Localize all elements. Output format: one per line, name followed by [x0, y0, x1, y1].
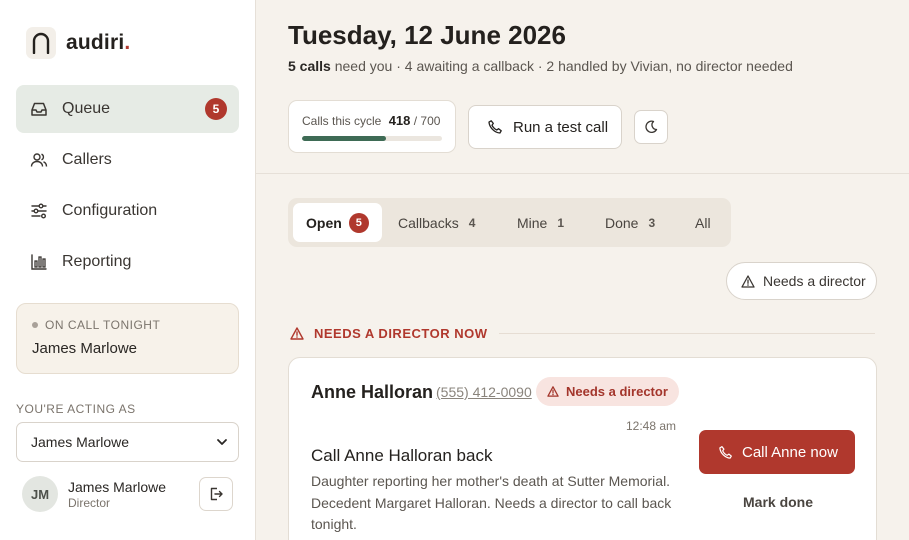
chevron-down-icon — [216, 436, 228, 448]
cycle-label-row: Calls this cycle 418 / 700 — [302, 113, 455, 128]
sign-out-icon — [208, 486, 224, 502]
tab-done[interactable]: Done 3 — [605, 203, 655, 242]
sidebar-item-label: Configuration — [62, 202, 158, 219]
tab-count-badge: 5 — [348, 212, 369, 233]
dark-mode-toggle[interactable] — [634, 110, 668, 144]
current-user: JM James Marlowe Director — [22, 476, 233, 512]
caller-name: Anne Halloran — [311, 382, 434, 402]
calls-cycle-meter: Calls this cycle 418 / 700 — [288, 100, 456, 153]
user-name: James Marlowe — [68, 478, 167, 495]
sidebar-item-label: Callers — [62, 151, 112, 168]
phone-icon — [487, 119, 503, 135]
flag-label: Needs a director — [566, 384, 668, 399]
sidebar-item-queue[interactable]: Queue 5 — [16, 85, 239, 133]
acting-as-label: YOU'RE ACTING AS — [16, 402, 136, 416]
sidebar-item-configuration[interactable]: Configuration — [16, 187, 239, 235]
section-divider — [499, 333, 875, 334]
inbox-icon — [30, 100, 48, 118]
sidebar-item-label: Reporting — [62, 253, 132, 270]
queue-count-badge: 5 — [205, 98, 227, 120]
on-call-title: ON CALL TONIGHT — [32, 318, 238, 332]
page-title: Tuesday, 12 June 2026 — [288, 20, 566, 50]
header-divider — [256, 173, 909, 174]
call-now-label: Call Anne now — [742, 443, 838, 461]
tab-all[interactable]: All — [695, 203, 711, 242]
status-dot-icon — [32, 322, 38, 328]
needs-director-badge: Needs a director — [536, 377, 679, 406]
section-header: NEEDS A DIRECTOR NOW — [290, 326, 875, 341]
mark-done-button[interactable]: Mark done — [743, 494, 813, 510]
users-icon — [30, 151, 48, 169]
tab-label: Mine — [517, 214, 548, 231]
user-info: James Marlowe Director — [68, 479, 166, 510]
call-card: Anne Halloran (555) 412-0090 Needs a dir… — [288, 357, 877, 540]
sidebar-nav: Queue 5 Callers Configuration Reporting — [16, 85, 239, 289]
logo-arch-icon — [26, 27, 56, 59]
sidebar-item-callers[interactable]: Callers — [16, 136, 239, 184]
tab-mine[interactable]: Mine 1 — [517, 203, 564, 242]
run-test-call-button[interactable]: Run a test call — [468, 105, 622, 149]
queue-tabs: Open 5 Callbacks 4 Mine 1 Done 3 All — [288, 198, 731, 247]
brand-name: audiri. — [66, 31, 131, 54]
cycle-used: 418 — [388, 113, 411, 128]
run-test-call-label: Run a test call — [513, 118, 609, 136]
sliders-icon — [30, 202, 48, 220]
warning-icon — [741, 274, 755, 288]
sidebar-item-reporting[interactable]: Reporting — [16, 238, 239, 286]
bar-chart-icon — [30, 253, 48, 271]
moon-icon — [644, 120, 658, 134]
tab-open[interactable]: Open 5 — [293, 203, 382, 242]
user-role: Director — [68, 495, 111, 510]
acting-as-value: James Marlowe — [31, 434, 130, 450]
call-now-button[interactable]: Call Anne now — [699, 430, 855, 474]
on-call-title-text: ON CALL TONIGHT — [45, 318, 161, 332]
subtitle-calls-count: 5 calls — [288, 58, 331, 74]
caller-phone-link[interactable]: (555) 412-0090 — [436, 384, 532, 400]
sign-out-button[interactable] — [199, 477, 233, 511]
sidebar-item-label: Queue — [62, 100, 111, 117]
brand-logo[interactable]: audiri. — [26, 27, 130, 59]
avatar: JM — [22, 476, 58, 512]
tab-label: All — [695, 214, 711, 231]
task-description: Daughter reporting her mother's death at… — [311, 473, 672, 532]
warning-icon — [290, 327, 304, 340]
phone-icon — [718, 445, 733, 460]
on-call-card: ON CALL TONIGHT James Marlowe — [16, 303, 239, 374]
cycle-label: Calls this cycle — [302, 114, 382, 128]
acting-as-select[interactable]: James Marlowe — [16, 422, 239, 462]
on-call-name: James Marlowe — [32, 340, 138, 357]
page-subtitle: 5 calls need you · 4 awaiting a callback… — [288, 58, 793, 74]
tab-label: Open — [306, 214, 342, 231]
tab-count: 4 — [468, 215, 476, 230]
cycle-total: / 700 — [413, 114, 441, 128]
tab-label: Callbacks — [398, 214, 459, 231]
filter-label: Needs a director — [763, 273, 866, 289]
tab-label: Done — [605, 214, 639, 231]
tab-count: 1 — [557, 215, 565, 230]
sidebar: audiri. Queue 5 Callers Configuration Re… — [0, 0, 256, 540]
subtitle-rest: need you · 4 awaiting a callback · 2 han… — [330, 58, 793, 74]
needs-director-filter[interactable]: Needs a director — [726, 262, 877, 300]
task-title: Call Anne Halloran back — [311, 446, 493, 465]
tab-callbacks[interactable]: Callbacks 4 — [398, 203, 475, 242]
cycle-progress-bar — [302, 136, 442, 141]
cycle-progress-fill — [302, 136, 386, 141]
call-time: 12:48 am — [626, 419, 677, 433]
warning-icon — [547, 386, 559, 397]
section-label: NEEDS A DIRECTOR NOW — [314, 326, 488, 341]
tab-count: 3 — [648, 215, 656, 230]
